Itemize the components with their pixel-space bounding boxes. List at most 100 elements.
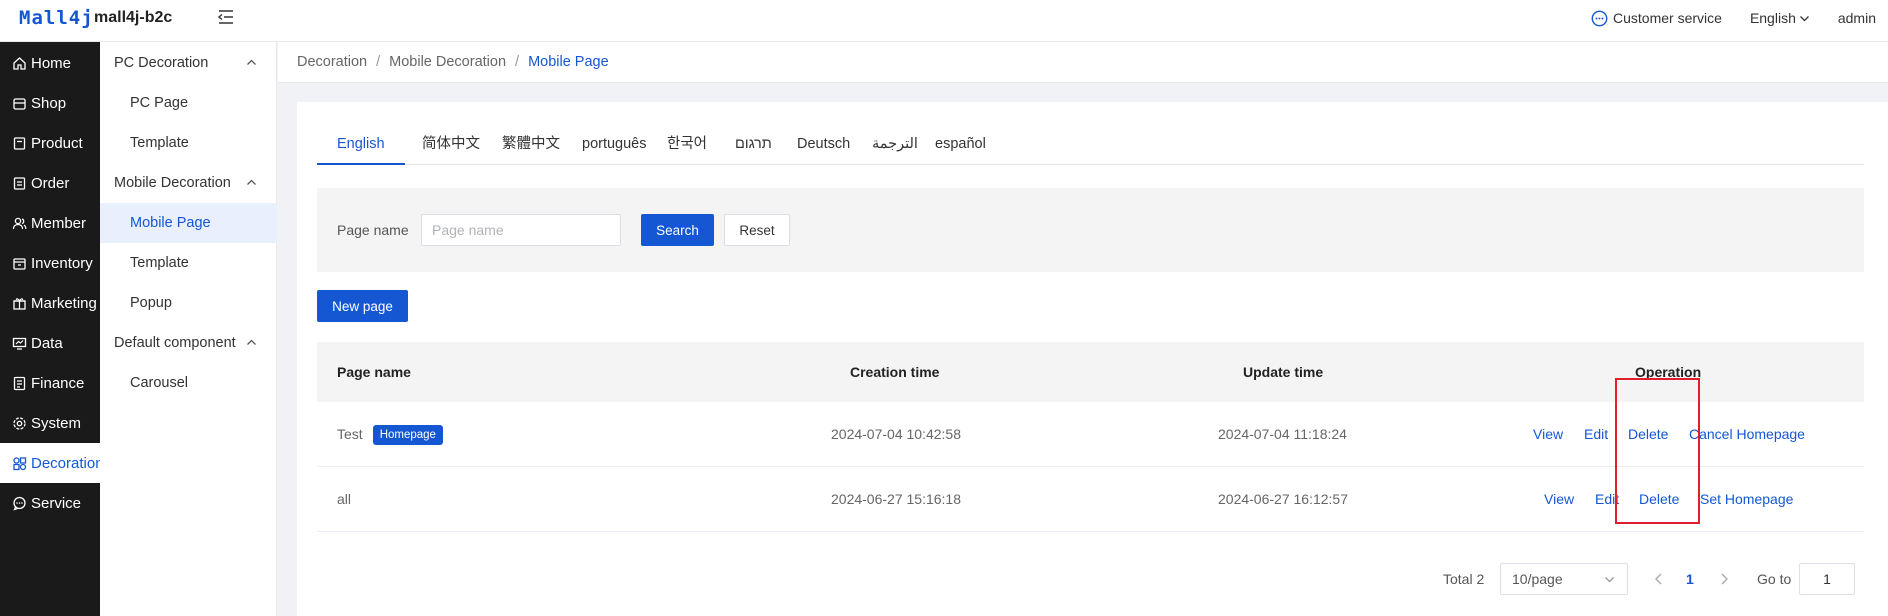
sidebar-item-inventory[interactable]: Inventory <box>0 243 100 283</box>
member-icon <box>12 216 27 231</box>
tab-arabic[interactable]: الترجمة <box>872 134 918 165</box>
view-link[interactable]: View <box>1544 467 1574 532</box>
creation-time-cell: 2024-06-27 15:16:18 <box>831 491 961 507</box>
sidebar-item-member[interactable]: Member <box>0 203 100 243</box>
page-name-cell: all <box>337 467 351 532</box>
goto-label: Go to <box>1757 571 1792 587</box>
sidebar-item-marketing[interactable]: Marketing <box>0 283 100 323</box>
pagination-total: Total 2 <box>1443 571 1485 587</box>
submenu-group-mobile-decoration[interactable]: Mobile Decoration <box>100 163 277 203</box>
submenu-item-pc-page[interactable]: PC Page <box>100 83 277 123</box>
tab-german[interactable]: Deutsch <box>797 134 850 165</box>
sidebar-item-order[interactable]: Order <box>0 163 100 203</box>
sidebar-item-data[interactable]: Data <box>0 323 100 363</box>
sidebar-item-label: Finance <box>31 374 85 392</box>
chevron-down-icon <box>1604 574 1615 585</box>
product-icon <box>12 136 27 151</box>
page-size-value: 10/page <box>1512 571 1563 587</box>
decoration-icon <box>12 456 27 471</box>
language-label: English <box>1749 10 1796 26</box>
secondary-sidebar: PC Decoration PC Page Template Mobile De… <box>100 42 277 616</box>
page-size-select[interactable]: 10/page <box>1500 563 1628 595</box>
sidebar-item-service[interactable]: Service <box>0 483 100 523</box>
page-number-current[interactable]: 1 <box>1686 571 1694 587</box>
homepage-badge: Homepage <box>372 425 443 445</box>
customer-service-link[interactable]: Customer service <box>1591 10 1722 27</box>
prev-page-icon[interactable] <box>1652 571 1666 587</box>
table-row: all 2024-06-27 15:16:18 2024-06-27 16:12… <box>317 467 1864 532</box>
update-time-cell: 2024-07-04 11:18:24 <box>1218 426 1347 442</box>
submenu-item-mobile-template[interactable]: Template <box>100 243 277 283</box>
search-button[interactable]: Search <box>641 214 714 246</box>
main-card: English 简体中文 繁體中文 português 한국어 תרגום De… <box>297 102 1888 616</box>
sidebar-item-product[interactable]: Product <box>0 123 100 163</box>
breadcrumb-item[interactable]: Mobile Decoration <box>389 54 506 70</box>
page-name-input[interactable] <box>421 214 621 246</box>
delete-link[interactable]: Delete <box>1628 402 1668 467</box>
page-name-label: Page name <box>337 222 409 238</box>
sidebar-item-system[interactable]: System <box>0 403 100 443</box>
submenu-item-mobile-page[interactable]: Mobile Page <box>100 203 277 243</box>
tab-traditional-chinese[interactable]: 繁體中文 <box>502 134 560 165</box>
home-icon <box>12 56 27 71</box>
page-name-text: Test <box>337 426 363 442</box>
user-menu[interactable]: admin <box>1838 10 1876 26</box>
submenu-item-popup[interactable]: Popup <box>100 283 277 323</box>
tab-hebrew[interactable]: תרגום <box>735 134 772 165</box>
sidebar-item-home[interactable]: Home <box>0 43 100 83</box>
sidebar-item-label: Shop <box>31 94 67 112</box>
breadcrumb-item[interactable]: Decoration <box>297 54 367 70</box>
shop-icon <box>12 96 27 111</box>
primary-sidebar: Home Shop Product Order Member Inventory… <box>0 42 104 616</box>
sidebar-item-label: Service <box>31 494 82 512</box>
customer-service-label: Customer service <box>1613 10 1722 26</box>
tab-korean[interactable]: 한국어 <box>667 134 707 165</box>
breadcrumb-separator: / <box>376 54 381 70</box>
cancel-homepage-link[interactable]: Cancel Homepage <box>1689 402 1805 467</box>
chevron-down-icon <box>1799 13 1810 24</box>
breadcrumb-separator: / <box>515 54 520 70</box>
marketing-icon <box>12 296 27 311</box>
set-homepage-link[interactable]: Set Homepage <box>1700 467 1793 532</box>
sidebar-item-shop[interactable]: Shop <box>0 83 100 123</box>
view-link[interactable]: View <box>1533 402 1563 467</box>
sidebar-item-label: Product <box>31 134 83 152</box>
breadcrumb-current: Mobile Page <box>528 54 609 70</box>
sidebar-item-label: System <box>31 414 82 432</box>
page-name-cell: Test Homepage <box>337 402 443 467</box>
logo: Mall4j <box>19 7 94 29</box>
tab-english[interactable]: English <box>317 134 405 165</box>
collapse-menu-icon[interactable] <box>216 8 236 26</box>
submenu-item-pc-template[interactable]: Template <box>100 123 277 163</box>
tab-spanish[interactable]: español <box>935 134 986 165</box>
sidebar-item-label: Decoration <box>31 454 104 472</box>
edit-link[interactable]: Edit <box>1584 402 1608 467</box>
search-filter-panel: Page name Search Reset <box>317 188 1864 272</box>
delete-link[interactable]: Delete <box>1639 467 1679 532</box>
chat-bubble-icon <box>1591 10 1608 27</box>
submenu-item-carousel[interactable]: Carousel <box>100 363 277 403</box>
submenu-group-pc-decoration[interactable]: PC Decoration <box>100 43 277 83</box>
sidebar-item-label: Marketing <box>31 294 97 312</box>
order-icon <box>12 176 27 191</box>
tab-portuguese[interactable]: português <box>582 134 647 165</box>
language-selector[interactable]: English <box>1750 10 1810 26</box>
submenu-group-default-component[interactable]: Default component <box>100 323 277 363</box>
sidebar-item-label: Inventory <box>31 254 93 272</box>
next-page-icon[interactable] <box>1717 571 1731 587</box>
breadcrumb: Decoration / Mobile Decoration / Mobile … <box>278 42 1888 83</box>
gear-icon <box>12 416 27 431</box>
sidebar-item-decoration[interactable]: Decoration <box>0 443 104 483</box>
column-header-operation: Operation <box>1635 364 1702 380</box>
edit-link[interactable]: Edit <box>1595 467 1619 532</box>
submenu-group-label: PC Decoration <box>114 55 209 71</box>
goto-page-input[interactable] <box>1799 563 1855 595</box>
tab-simplified-chinese[interactable]: 简体中文 <box>422 134 480 165</box>
sidebar-item-finance[interactable]: Finance <box>0 363 100 403</box>
column-header-creation-time: Creation time <box>850 364 940 380</box>
sidebar-item-label: Data <box>31 334 63 352</box>
reset-button[interactable]: Reset <box>724 214 790 246</box>
update-time-cell: 2024-06-27 16:12:57 <box>1218 491 1348 507</box>
chevron-up-icon <box>246 337 257 348</box>
new-page-button[interactable]: New page <box>317 290 408 322</box>
